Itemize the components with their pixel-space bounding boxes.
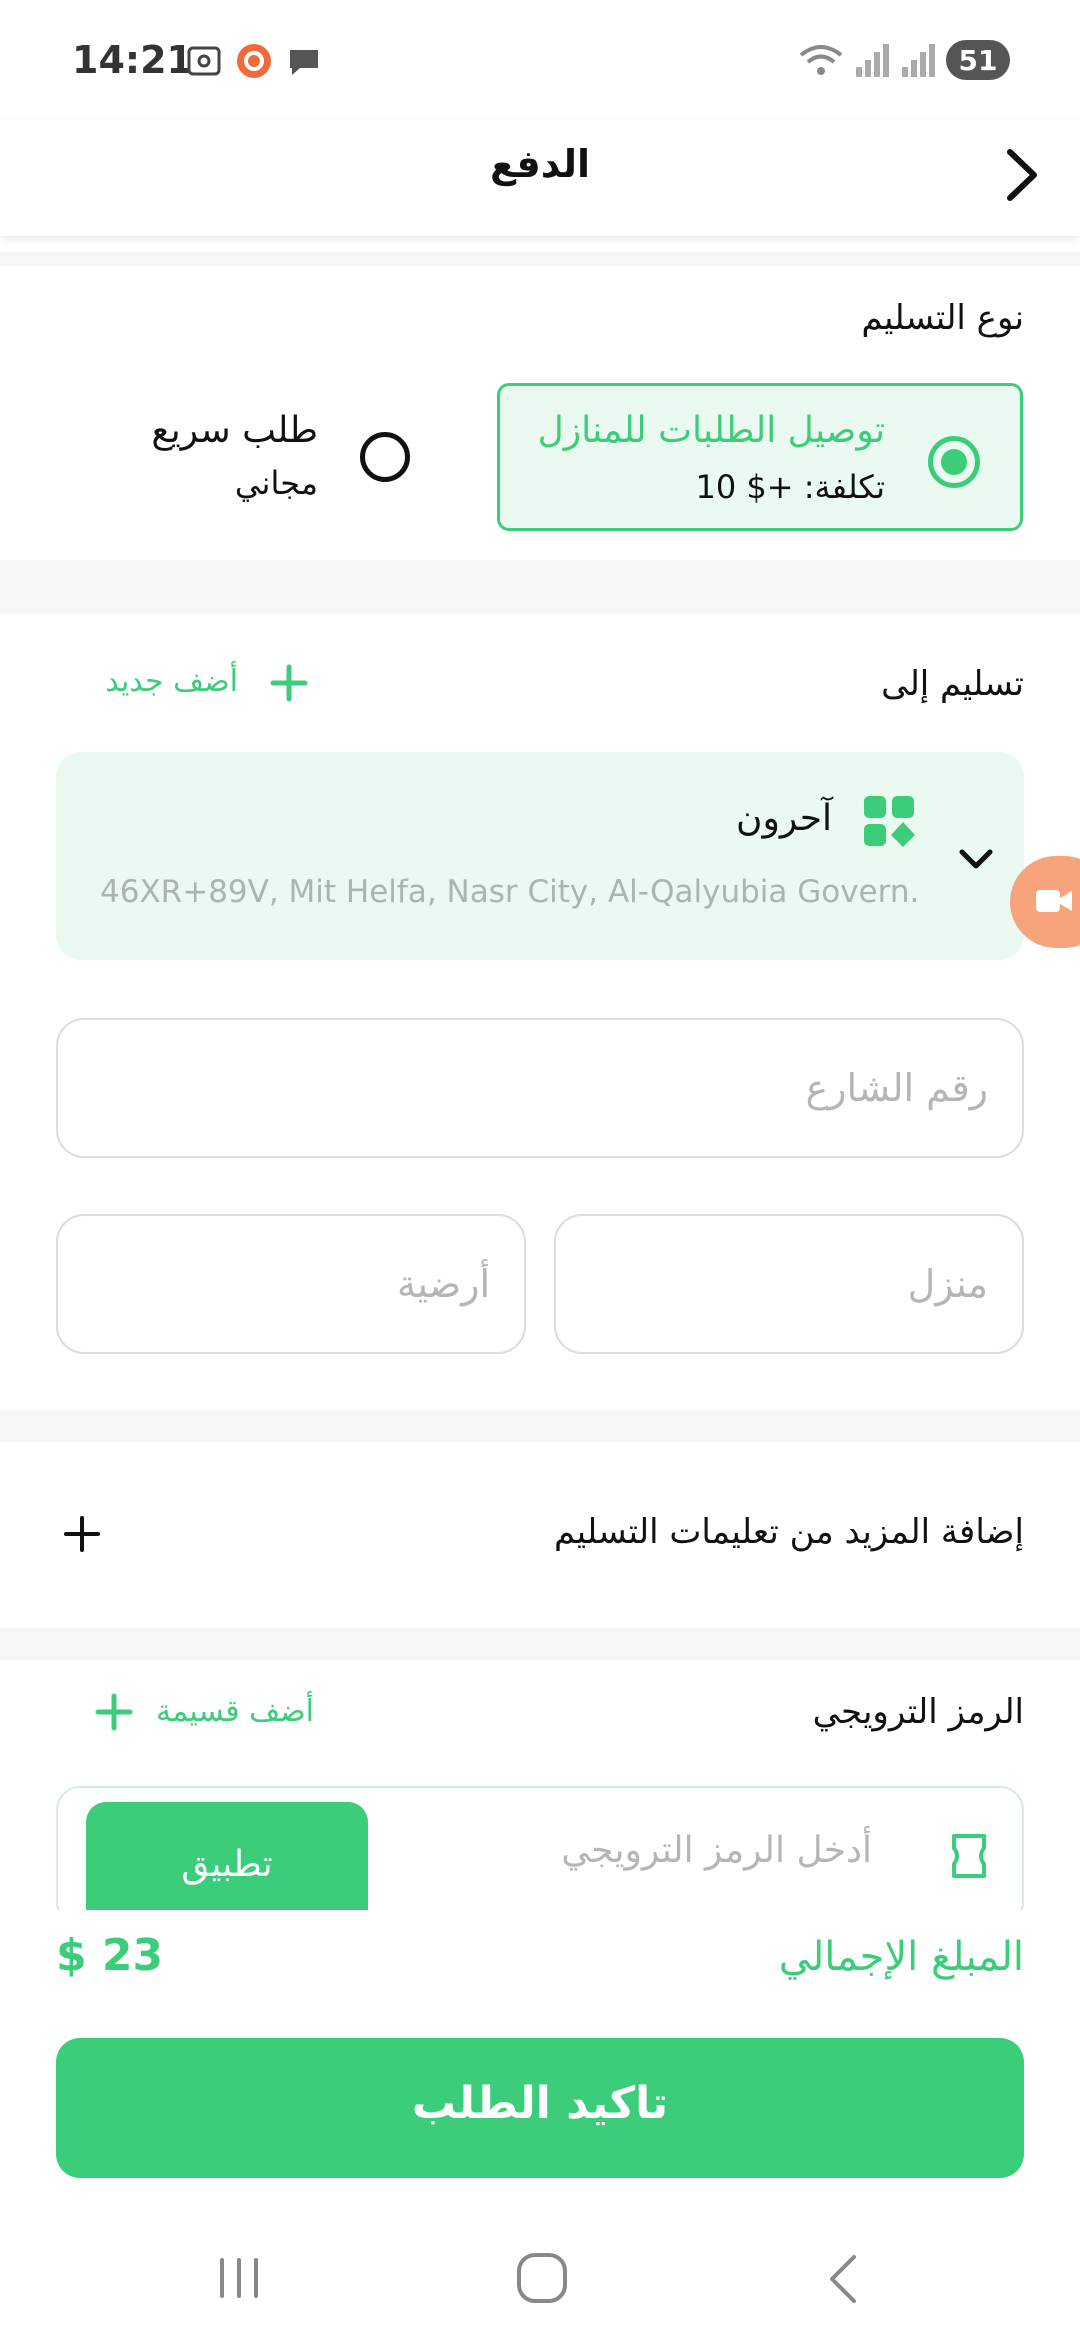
- total-label: المبلغ الإجمالي: [778, 1934, 1024, 1980]
- status-bar: 14:21 51: [0, 0, 1080, 120]
- promo-code-field[interactable]: أدخل الرمز الترويجي تطبيق: [56, 1786, 1024, 1926]
- home-delivery-cost: تكلفة: +$ 10: [695, 468, 885, 506]
- section-divider: [0, 252, 1080, 266]
- delivery-instructions-label: إضافة المزيد من تعليمات التسليم: [554, 1512, 1024, 1552]
- section-divider: [0, 560, 1080, 614]
- back-arrow-icon[interactable]: [992, 140, 1052, 210]
- wifi-icon: [799, 45, 843, 75]
- status-time: 14:21: [72, 38, 193, 82]
- page-title: الدفع: [489, 142, 591, 186]
- selected-address-card[interactable]: آحرون 46XR+89V, Mit Helfa, Nasr City, Al…: [56, 752, 1024, 960]
- delivery-instructions-row[interactable]: إضافة المزيد من تعليمات التسليم: [0, 1450, 1080, 1620]
- chat-bubble-icon: [290, 50, 318, 75]
- chevron-down-icon[interactable]: [956, 838, 996, 878]
- add-voucher-button[interactable]: أضف قسيمة: [90, 1690, 330, 1738]
- deliver-to-label: تسليم إلى: [881, 664, 1024, 704]
- address-title: آحرون: [736, 798, 832, 839]
- ticket-icon: [952, 1834, 986, 1878]
- add-voucher-label: أضف قسيمة: [156, 1694, 314, 1729]
- status-notification-icons: [185, 42, 323, 80]
- recent-apps-icon[interactable]: [214, 2256, 264, 2300]
- signal-2-icon: [902, 44, 935, 77]
- quick-order-title[interactable]: طلب سريع: [151, 410, 318, 451]
- app-badge-icon: [237, 44, 271, 78]
- status-system-icons: 51: [798, 40, 1010, 80]
- address-text: 46XR+89V, Mit Helfa, Nasr City, Al-Qalyu…: [100, 874, 920, 910]
- promo-code-placeholder: أدخل الرمز الترويجي: [561, 1830, 872, 1871]
- section-divider: [0, 1628, 1080, 1660]
- house-input[interactable]: منزل: [554, 1214, 1024, 1354]
- add-new-label: أضف جديد: [105, 664, 238, 699]
- house-placeholder: منزل: [907, 1262, 988, 1306]
- delivery-type-label: نوع التسليم: [861, 298, 1024, 338]
- signal-icon: [856, 44, 889, 77]
- plus-icon: [95, 1693, 133, 1731]
- battery-indicator: 51: [946, 40, 1010, 80]
- promo-code-label: الرمز الترويجي: [812, 1692, 1024, 1732]
- quick-order-cost: مجاني: [234, 464, 318, 502]
- expand-plus-icon[interactable]: [62, 1514, 102, 1554]
- confirm-order-button[interactable]: تاكيد الطلب: [56, 2038, 1024, 2178]
- back-nav-icon[interactable]: [822, 2252, 866, 2306]
- floor-placeholder: أرضية: [396, 1262, 490, 1306]
- street-number-input[interactable]: رقم الشارع: [56, 1018, 1024, 1158]
- home-icon[interactable]: [514, 2250, 570, 2306]
- home-delivery-option[interactable]: توصيل الطلبات للمنازل تكلفة: +$ 10: [497, 383, 1023, 531]
- section-divider: [0, 1410, 1080, 1442]
- add-new-address-button[interactable]: أضف جديد: [100, 660, 320, 708]
- system-navigation-bar: [0, 2210, 1080, 2340]
- floor-input[interactable]: أرضية: [56, 1214, 526, 1354]
- street-number-placeholder: رقم الشارع: [805, 1066, 988, 1110]
- video-camera-icon: [1036, 890, 1072, 912]
- total-amount: $ 23: [56, 1930, 164, 1981]
- radio-unselected-icon[interactable]: [360, 432, 410, 482]
- apply-button[interactable]: تطبيق: [86, 1802, 368, 1924]
- radio-selected-icon[interactable]: [928, 436, 980, 488]
- plus-icon: [270, 664, 308, 702]
- home-delivery-title: توصيل الطلبات للمنازل: [537, 410, 885, 451]
- screenshot-icon: [187, 46, 221, 76]
- apps-grid-icon: [864, 796, 915, 847]
- app-header: الدفع: [0, 120, 1080, 236]
